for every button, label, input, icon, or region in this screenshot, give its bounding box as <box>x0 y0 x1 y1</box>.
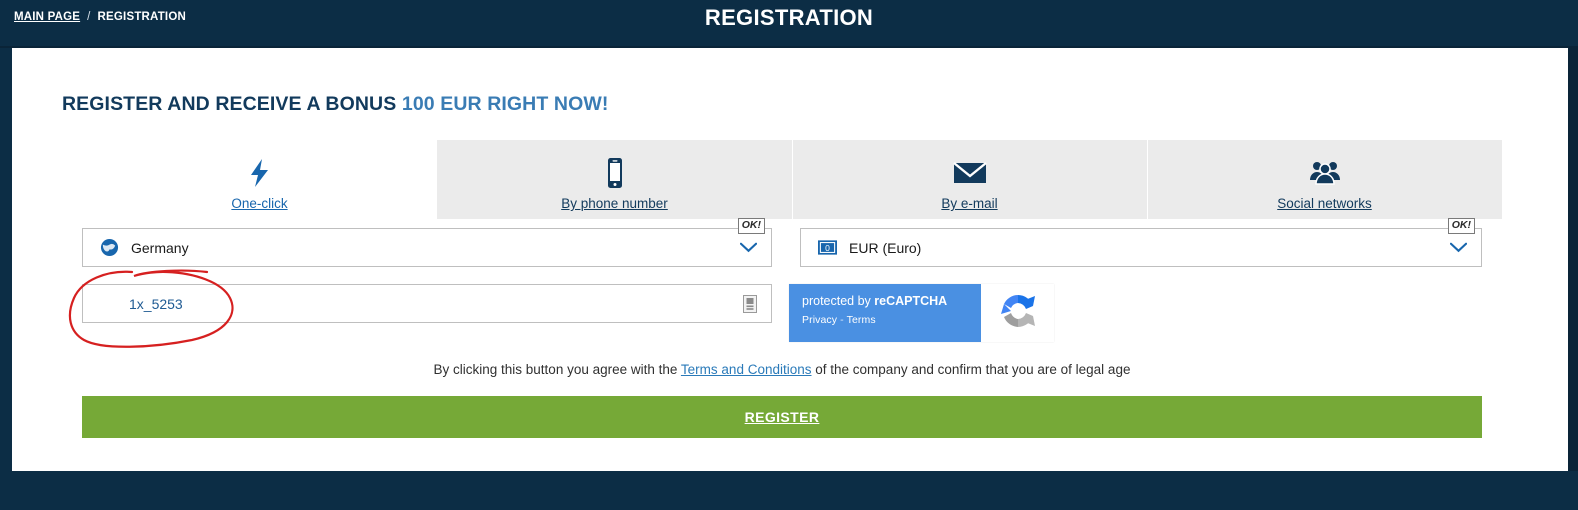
recaptcha-brand: reCAPTCHA <box>874 294 948 308</box>
recaptcha-privacy-link[interactable]: Privacy <box>802 314 837 326</box>
tab-by-phone-number[interactable]: By phone number <box>437 140 792 219</box>
page-footer-bar <box>0 471 1578 510</box>
recaptcha-logo-panel <box>981 284 1054 342</box>
envelope-icon <box>952 153 987 193</box>
tab-social-networks-label: Social networks <box>1277 196 1372 211</box>
register-button[interactable]: REGISTER <box>82 396 1482 438</box>
country-ok-badge: OK! <box>737 218 765 234</box>
currency-ok-badge: OK! <box>1447 218 1475 234</box>
recaptcha-badge[interactable]: protected by reCAPTCHA Privacy - Terms <box>789 284 1054 342</box>
country-select[interactable]: Germany OK! <box>82 218 772 267</box>
recaptcha-protected-by: protected by <box>802 294 871 308</box>
country-value: Germany <box>131 239 189 256</box>
recaptcha-logo-icon <box>996 289 1040 338</box>
promo-code-field[interactable]: 1x_5253 <box>82 284 772 323</box>
people-group-icon <box>1308 153 1342 193</box>
recaptcha-separator: - <box>840 314 844 326</box>
tab-by-phone-number-label: By phone number <box>561 196 668 211</box>
svg-text:0: 0 <box>825 243 830 253</box>
terms-and-conditions-link[interactable]: Terms and Conditions <box>681 362 812 377</box>
tab-by-email[interactable]: By e-mail <box>792 140 1147 219</box>
recaptcha-links: Privacy - Terms <box>802 314 981 326</box>
bonus-headline: REGISTER AND RECEIVE A BONUS 100 EUR RIG… <box>62 93 608 116</box>
recaptcha-text-panel: protected by reCAPTCHA Privacy - Terms <box>789 284 981 342</box>
terms-before: By clicking this button you agree with t… <box>433 362 678 377</box>
banknote-icon: 0 <box>817 238 837 258</box>
frame-left <box>0 48 12 471</box>
registration-page: MAIN PAGE / REGISTRATION REGISTRATION RE… <box>0 0 1578 510</box>
mobile-phone-icon <box>604 153 626 193</box>
bonus-headline-dark: REGISTER AND RECEIVE A BONUS <box>62 93 397 115</box>
tab-by-email-label: By e-mail <box>941 196 998 211</box>
currency-select[interactable]: 0 EUR (Euro) OK! <box>800 218 1482 267</box>
terms-after: of the company and confirm that you are … <box>815 362 1131 377</box>
lightning-bolt-icon <box>247 153 273 193</box>
gift-info-icon[interactable] <box>743 294 757 313</box>
page-title: REGISTRATION <box>704 5 874 30</box>
tab-social-networks[interactable]: Social networks <box>1147 140 1502 219</box>
promo-code-value: 1x_5253 <box>129 295 183 312</box>
terms-agreement-text: By clicking this button you agree with t… <box>82 362 1482 377</box>
globe-icon <box>99 238 119 258</box>
register-button-label: REGISTER <box>744 409 820 425</box>
recaptcha-terms-link[interactable]: Terms <box>847 314 876 326</box>
recaptcha-title: protected by reCAPTCHA <box>802 293 981 310</box>
registration-method-tabs: One-click By phone number By e-mail Soci… <box>82 140 1502 219</box>
currency-value: EUR (Euro) <box>849 239 922 256</box>
tab-one-click[interactable]: One-click <box>82 140 437 219</box>
chevron-down-icon[interactable] <box>740 242 757 253</box>
chevron-down-icon[interactable] <box>1450 242 1467 253</box>
top-bar: MAIN PAGE / REGISTRATION REGISTRATION <box>0 0 1578 46</box>
frame-right <box>1568 48 1578 471</box>
bonus-headline-blue: 100 EUR RIGHT NOW! <box>401 93 609 115</box>
tab-one-click-label: One-click <box>231 196 288 211</box>
